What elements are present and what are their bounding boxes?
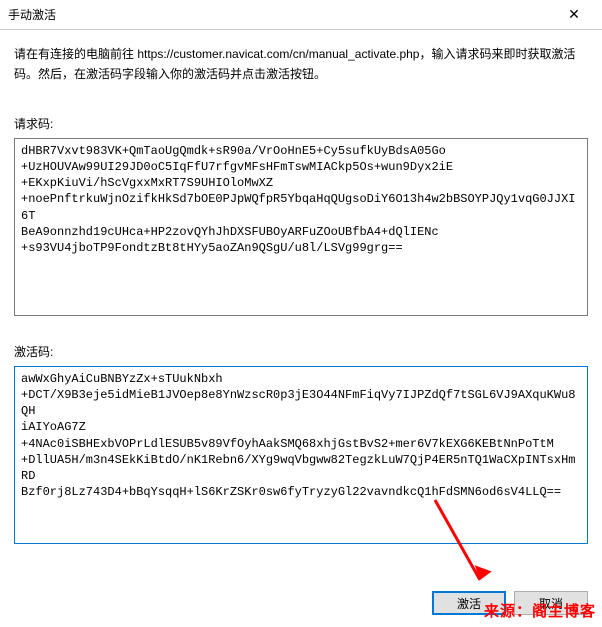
activation-code-textarea[interactable] bbox=[14, 366, 588, 544]
close-button[interactable]: ✕ bbox=[554, 1, 594, 29]
close-icon: ✕ bbox=[568, 6, 580, 23]
button-row: 激活 取消 bbox=[432, 591, 588, 615]
request-code-textarea[interactable] bbox=[14, 138, 588, 316]
dialog-content: 请在有连接的电脑前往 https://customer.navicat.com/… bbox=[0, 30, 602, 547]
instruction-text: 请在有连接的电脑前往 https://customer.navicat.com/… bbox=[14, 44, 588, 85]
request-code-label: 请求码: bbox=[14, 115, 588, 132]
cancel-button[interactable]: 取消 bbox=[514, 591, 588, 615]
activation-code-label: 激活码: bbox=[14, 343, 588, 360]
title-bar: 手动激活 ✕ bbox=[0, 0, 602, 30]
window-title: 手动激活 bbox=[8, 6, 554, 23]
activate-button[interactable]: 激活 bbox=[432, 591, 506, 615]
